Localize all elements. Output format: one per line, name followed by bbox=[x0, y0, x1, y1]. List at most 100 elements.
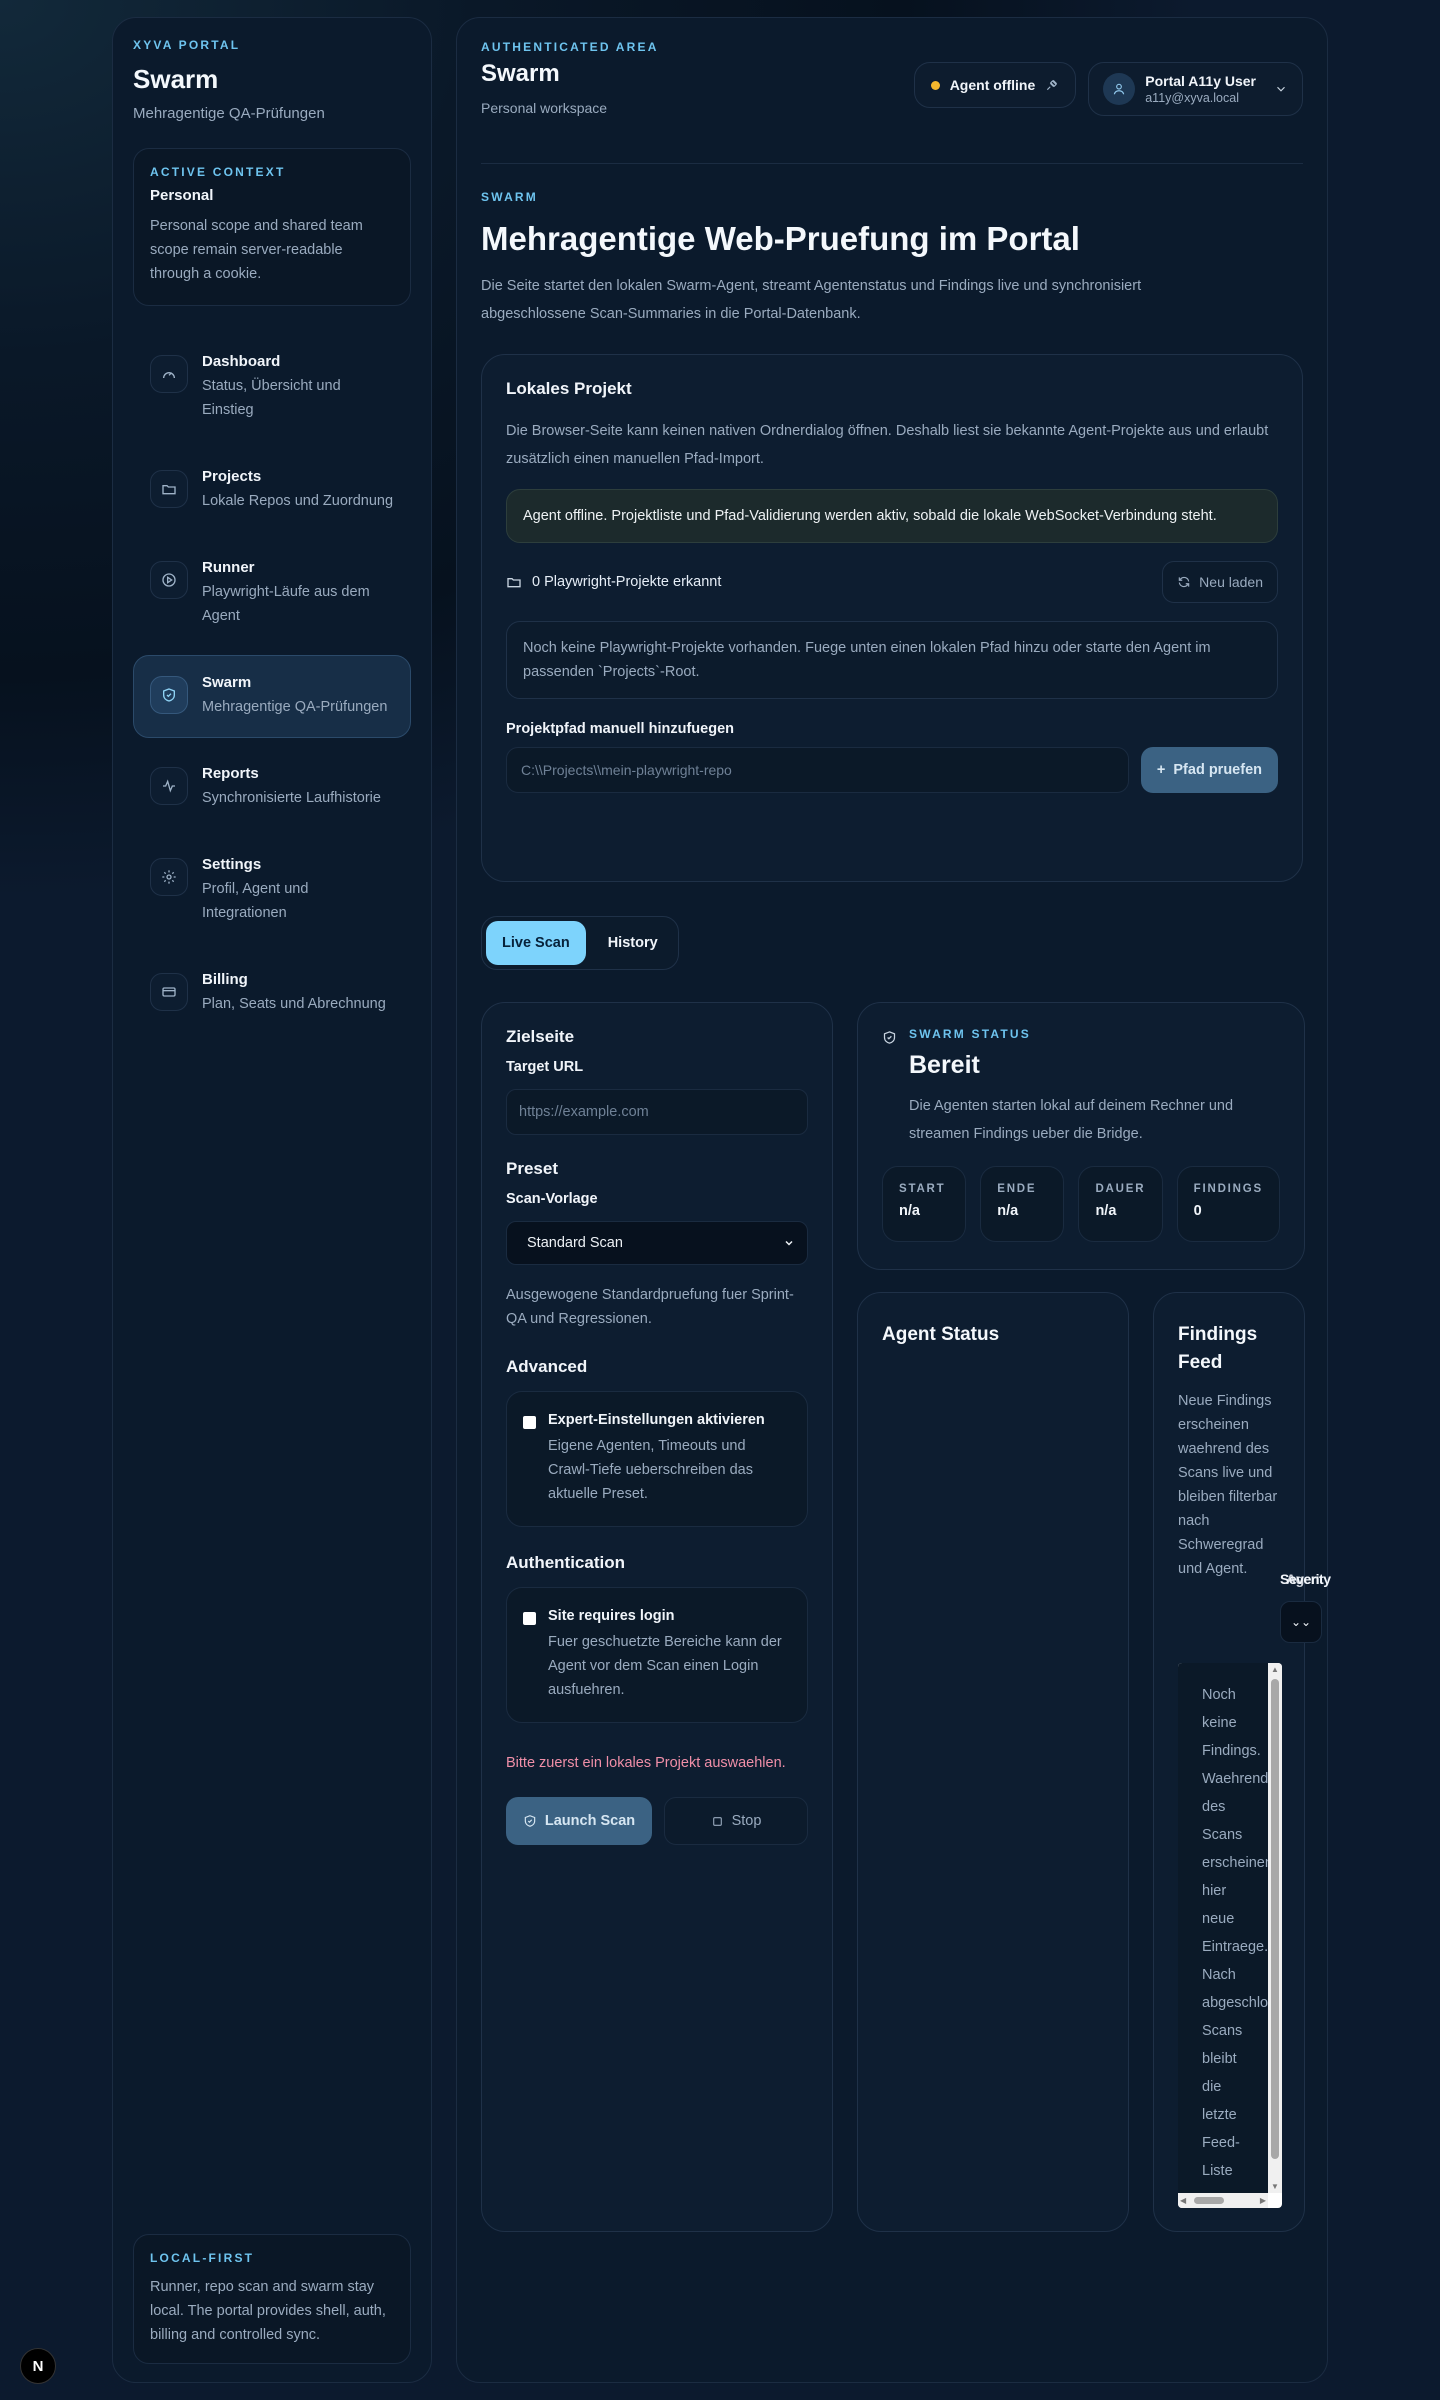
agent-status-pill[interactable]: Agent offline bbox=[913, 62, 1077, 108]
scroll-down-arrow-icon[interactable]: ▼ bbox=[1271, 2182, 1279, 2191]
stat-duration: DAUER n/a bbox=[1078, 1166, 1163, 1242]
agent-status-text: Agent offline bbox=[949, 77, 1036, 93]
empty-projects-message: Noch keine Playwright-Projekte vorhanden… bbox=[506, 621, 1278, 699]
stop-icon bbox=[711, 1815, 724, 1828]
feed-empty-message: Noch keine Findings. Waehrend des Scans … bbox=[1178, 1663, 1268, 2193]
findings-title: Findings Feed bbox=[1178, 1324, 1258, 1373]
sidebar-item-swarm[interactable]: Swarm Mehragentige QA-Prüfungen bbox=[133, 655, 411, 738]
local-project-desc: Die Browser-Seite kann keinen nativen Or… bbox=[506, 423, 1269, 467]
status-title: Bereit bbox=[909, 1051, 980, 1079]
workspace-label: Personal workspace bbox=[481, 100, 608, 116]
validation-error: Bitte zuerst ein lokales Projekt auswaeh… bbox=[506, 1755, 786, 1771]
feed-line: Liste bbox=[1202, 2163, 1233, 2179]
check-path-label: Pfad pruefen bbox=[1173, 762, 1262, 778]
context-eyebrow: ACTIVE CONTEXT bbox=[150, 165, 286, 179]
scroll-thumb[interactable] bbox=[1194, 2197, 1224, 2204]
agent-status-card: Agent Status bbox=[857, 1292, 1129, 2232]
sidebar-item-desc: Status, Übersicht und Einstieg bbox=[202, 378, 341, 418]
chevron-down-icon bbox=[783, 1237, 795, 1249]
feed-line: hier bbox=[1202, 1883, 1227, 1899]
scroll-thumb[interactable] bbox=[1271, 1679, 1279, 2159]
sidebar-item-label: Dashboard bbox=[202, 353, 281, 370]
reload-label: Neu laden bbox=[1199, 574, 1263, 590]
page-title: Swarm bbox=[481, 60, 560, 87]
sidebar-item-projects[interactable]: Projects Lokale Repos und Zuordnung bbox=[133, 449, 411, 532]
scroll-left-arrow-icon[interactable]: ◀ bbox=[1180, 2196, 1186, 2205]
preset-value: Standard Scan bbox=[527, 1235, 623, 1251]
avatar bbox=[1103, 73, 1136, 105]
expert-checkbox[interactable] bbox=[523, 1416, 536, 1429]
stop-label: Stop bbox=[731, 1813, 762, 1829]
feed-line: Waehrend bbox=[1202, 1771, 1268, 1787]
stop-button[interactable]: Stop bbox=[664, 1797, 808, 1845]
project-path-input[interactable]: C:\\Projects\\mein-playwright-repo bbox=[506, 747, 1129, 793]
agent-status-title: Agent Status bbox=[882, 1324, 1000, 1345]
severity-filter-label: Severity Agent bbox=[1280, 1571, 1331, 1587]
feed-vertical-scrollbar[interactable]: ▲ ▼ bbox=[1268, 1663, 1282, 2193]
shield-icon bbox=[150, 676, 188, 714]
header-eyebrow: AUTHENTICATED AREA bbox=[481, 40, 659, 54]
preset-select[interactable]: Standard Scan bbox=[506, 1221, 808, 1265]
project-count-text: 0 Playwright-Projekte erkannt bbox=[532, 574, 722, 590]
sidebar-item-label: Swarm bbox=[202, 674, 252, 691]
login-title: Site requires login bbox=[548, 1608, 675, 1624]
stat-value: n/a bbox=[899, 1203, 920, 1219]
feed-line: Findings. bbox=[1202, 1743, 1261, 1759]
sidebar-item-desc: Synchronisierte Laufhistorie bbox=[202, 790, 381, 806]
sidebar-item-runner[interactable]: Runner Playwright-Läufe aus dem Agent bbox=[133, 540, 411, 647]
sidebar-title: Swarm bbox=[133, 64, 219, 94]
reload-button[interactable]: Neu laden bbox=[1162, 561, 1278, 603]
refresh-icon bbox=[1177, 575, 1191, 589]
credit-card-icon bbox=[150, 973, 188, 1011]
scroll-up-arrow-icon[interactable]: ▲ bbox=[1271, 1665, 1279, 1674]
folder-icon bbox=[150, 470, 188, 508]
launch-label: Launch Scan bbox=[544, 1813, 636, 1829]
check-path-button[interactable]: + Pfad pruefen bbox=[1140, 747, 1278, 793]
status-dot bbox=[930, 80, 940, 90]
feed-line: Scans bbox=[1202, 2023, 1243, 2039]
feed-line: abgeschlossenen bbox=[1202, 1995, 1268, 2011]
sidebar-item-desc: Profil, Agent und Integrationen bbox=[202, 881, 309, 921]
chevron-down-icon bbox=[1274, 82, 1288, 96]
local-first-card: LOCAL-FIRST Runner, repo scan and swarm … bbox=[133, 2234, 411, 2364]
agent-label-text: Agent bbox=[1286, 1571, 1324, 1587]
section-eyebrow: SWARM bbox=[481, 190, 538, 204]
target-url-input[interactable]: https://example.com bbox=[506, 1089, 808, 1135]
feed-line: Nach bbox=[1202, 1967, 1236, 1983]
findings-feed-list[interactable]: Noch keine Findings. Waehrend des Scans … bbox=[1178, 1663, 1282, 2208]
tab-live-scan[interactable]: Live Scan bbox=[486, 921, 586, 965]
sidebar-item-reports[interactable]: Reports Synchronisierte Laufhistorie bbox=[133, 746, 411, 829]
tab-history[interactable]: History bbox=[592, 921, 674, 965]
sidebar-item-dashboard[interactable]: Dashboard Status, Übersicht und Einstieg bbox=[133, 334, 411, 441]
path-label: Projektpfad manuell hinzufuegen bbox=[506, 721, 734, 737]
user-menu[interactable]: Portal A11y User a11y@xyva.local bbox=[1088, 62, 1303, 116]
login-checkbox[interactable] bbox=[523, 1612, 536, 1625]
swarm-status-card: SWARM STATUS Bereit Die Agenten starten … bbox=[857, 1002, 1305, 1270]
auth-option[interactable]: Site requires login Fuer geschuetzte Ber… bbox=[506, 1587, 808, 1723]
nextjs-dev-badge[interactable]: N bbox=[20, 2348, 56, 2384]
activity-icon bbox=[150, 767, 188, 805]
active-context-card: ACTIVE CONTEXT Personal Personal scope a… bbox=[133, 148, 411, 306]
shield-icon bbox=[882, 1030, 897, 1148]
gear-icon bbox=[150, 858, 188, 896]
target-url-label: Target URL bbox=[506, 1059, 584, 1075]
sidebar-item-billing[interactable]: Billing Plan, Seats und Abrechnung bbox=[133, 952, 411, 1035]
sidebar-item-label: Billing bbox=[202, 971, 248, 988]
preset-label: Scan-Vorlage bbox=[506, 1191, 598, 1207]
stat-label: START bbox=[899, 1183, 946, 1195]
chevron-down-icon: ⌄⌄ bbox=[1290, 1615, 1312, 1629]
advanced-heading: Advanced bbox=[506, 1357, 588, 1376]
scroll-right-arrow-icon[interactable]: ▶ bbox=[1260, 2196, 1266, 2205]
advanced-option[interactable]: Expert-Einstellungen aktivieren Eigene A… bbox=[506, 1391, 808, 1527]
user-email: a11y@xyva.local bbox=[1145, 91, 1239, 105]
feed-line: Noch bbox=[1202, 1687, 1236, 1703]
launch-scan-button[interactable]: Launch Scan bbox=[506, 1797, 652, 1845]
feed-line: Scans bbox=[1202, 1827, 1243, 1843]
feed-horizontal-scrollbar[interactable]: ◀ ▶ bbox=[1178, 2193, 1268, 2208]
user-name: Portal A11y User bbox=[1145, 73, 1256, 89]
preset-help: Ausgewogene Standardpruefung fuer Sprint… bbox=[506, 1287, 794, 1327]
expert-desc: Eigene Agenten, Timeouts und Crawl-Tiefe… bbox=[548, 1438, 753, 1502]
sidebar-item-settings[interactable]: Settings Profil, Agent und Integrationen bbox=[133, 837, 411, 944]
stat-value: n/a bbox=[1095, 1203, 1117, 1219]
severity-filter-select[interactable]: ⌄⌄ bbox=[1280, 1601, 1322, 1643]
